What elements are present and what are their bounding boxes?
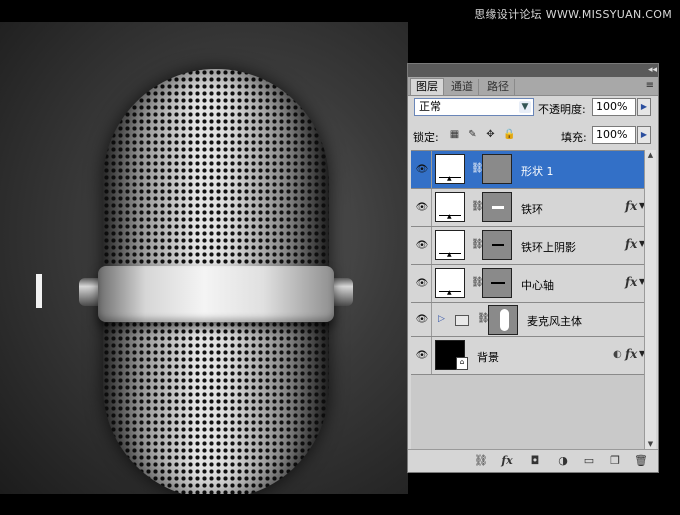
- layer-thumbnail: ▲: [435, 268, 465, 298]
- vector-mask-thumbnail: [488, 305, 518, 335]
- eye-icon[interactable]: 👁: [413, 227, 432, 264]
- watermark: 思缘设计论坛 WWW.MISSYUAN.COM: [474, 8, 672, 21]
- opacity-input[interactable]: 100%: [592, 98, 636, 116]
- adjustment-layer-icon[interactable]: ◑: [556, 454, 570, 468]
- opacity-slider-button[interactable]: ▶: [637, 98, 651, 116]
- shape-marker: [36, 274, 42, 308]
- lock-transparency-icon[interactable]: ▦: [449, 129, 460, 140]
- add-mask-icon[interactable]: ◘: [528, 454, 542, 468]
- layer-center-axis[interactable]: 👁 ▲ ⛓ 中心轴 fx ▼: [411, 265, 647, 303]
- layer-name: 中心轴: [521, 279, 554, 292]
- tab-layers[interactable]: 图层: [410, 78, 444, 95]
- fill-slider-button[interactable]: ▶: [637, 126, 651, 144]
- layer-name: 麦克风主体: [527, 315, 582, 328]
- layer-thumbnail: ▲: [435, 230, 465, 260]
- blend-mode-value: 正常: [419, 100, 441, 113]
- layer-name: 铁环: [521, 203, 543, 216]
- fx-icon[interactable]: fx: [625, 347, 637, 361]
- layer-iron-ring[interactable]: 👁 ▲ ⛓ 铁环 fx ▼: [411, 189, 647, 227]
- eye-icon[interactable]: 👁: [413, 303, 432, 336]
- eye-icon[interactable]: 👁: [413, 151, 432, 188]
- layers-list: 👁 ▲ ⛓ 形状 1 👁 ▲ ⛓ 铁环 fx ▼ 👁 ▲ ⛓ 铁环上阴影 fx …: [411, 150, 647, 451]
- eye-icon[interactable]: 👁: [413, 189, 432, 226]
- blend-mode-select[interactable]: 正常 ▼: [414, 98, 534, 116]
- eye-icon[interactable]: 👁: [413, 337, 432, 374]
- layer-thumbnail: ▲: [435, 154, 465, 184]
- new-group-icon[interactable]: ▭: [582, 454, 596, 468]
- panel-bottom-bar: ⛓ fx ◘ ◑ ▭ ❐ 🗑: [408, 449, 658, 472]
- layer-background[interactable]: 👁 ⌂ 背景 ◐ fx ▼: [411, 337, 647, 375]
- chevron-down-icon: ▼: [519, 101, 531, 113]
- layer-shape-1[interactable]: 👁 ▲ ⛓ 形状 1: [411, 151, 647, 189]
- panel-titlebar: ◂◂ ✕: [408, 64, 658, 77]
- lock-all-icon[interactable]: 🔒: [503, 129, 515, 140]
- layers-panel: ◂◂ ✕ 图层 通道 路径 ≡ 正常 ▼ 不透明度: 100% ▶ 锁定: ▦ …: [407, 63, 659, 473]
- expand-arrow-icon[interactable]: ▷: [438, 314, 445, 324]
- vector-mask-thumbnail: [482, 268, 512, 298]
- trash-icon[interactable]: 🗑: [634, 454, 648, 468]
- layer-name: 形状 1: [521, 165, 554, 178]
- layer-name: 铁环上阴影: [521, 241, 576, 254]
- opacity-label: 不透明度:: [538, 103, 586, 116]
- vector-mask-thumbnail: [482, 230, 512, 260]
- document-canvas[interactable]: [0, 22, 408, 494]
- panel-tabs: 图层 通道 路径 ≡: [408, 77, 658, 96]
- eye-icon[interactable]: 👁: [413, 265, 432, 302]
- link-layers-icon[interactable]: ⛓: [474, 454, 488, 468]
- add-style-icon[interactable]: fx: [500, 454, 514, 468]
- lock-row: 锁定: ▦ ✎ ✥ 🔒 填充: 100% ▶: [411, 125, 655, 147]
- fx-icon[interactable]: fx: [625, 237, 637, 251]
- layer-ring-shadow[interactable]: 👁 ▲ ⛓ 铁环上阴影 fx ▼: [411, 227, 647, 265]
- panel-menu-icon[interactable]: ≡: [646, 80, 654, 91]
- fx-icon[interactable]: fx: [625, 199, 637, 213]
- new-layer-icon[interactable]: ❐: [608, 454, 622, 468]
- scroll-up-icon[interactable]: ▲: [645, 150, 656, 161]
- layers-scrollbar[interactable]: ▲ ▼: [644, 150, 656, 450]
- layer-thumbnail: ▲: [435, 192, 465, 222]
- tab-channels[interactable]: 通道: [446, 79, 479, 95]
- folder-icon: [455, 315, 469, 326]
- lock-pixels-icon[interactable]: ✎: [467, 129, 478, 140]
- vector-mask-thumbnail: [482, 154, 512, 184]
- lock-icon: ⌂: [456, 357, 468, 370]
- lock-label: 锁定:: [413, 131, 439, 144]
- effects-visibility-icon[interactable]: ◐: [613, 349, 622, 360]
- lock-position-icon[interactable]: ✥: [485, 129, 496, 140]
- vector-mask-thumbnail: [482, 192, 512, 222]
- fill-label: 填充:: [561, 131, 587, 144]
- collapse-icon[interactable]: ◂◂: [648, 64, 657, 77]
- microphone-ring: [98, 266, 334, 322]
- fx-icon[interactable]: fx: [625, 275, 637, 289]
- layer-group-mic-body[interactable]: 👁 ▷ ⛓ 麦克风主体: [411, 303, 647, 337]
- layer-name: 背景: [477, 351, 499, 364]
- layer-thumbnail: ⌂: [435, 340, 468, 370]
- fill-input[interactable]: 100%: [592, 126, 636, 144]
- tab-paths[interactable]: 路径: [482, 79, 515, 95]
- blend-row: 正常 ▼ 不透明度: 100% ▶: [411, 97, 655, 119]
